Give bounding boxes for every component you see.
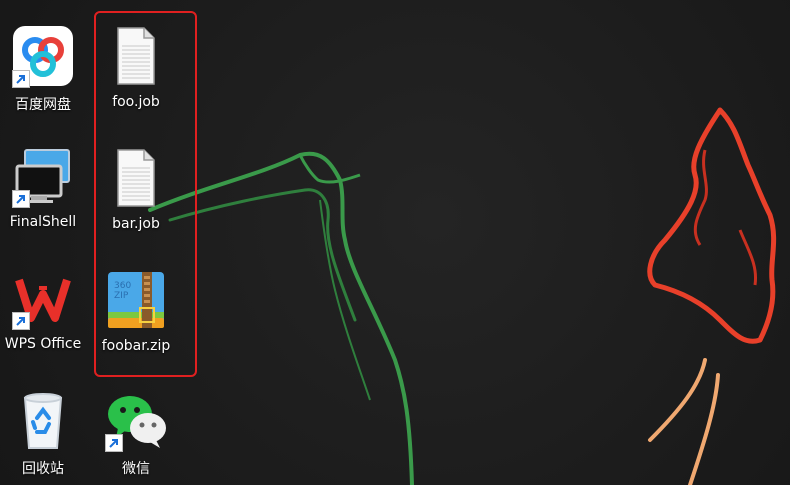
- desktop: 百度网盘 FinalShell WPS Office 回收站 foo.job b…: [0, 0, 790, 485]
- desktop-icon-recycle-bin[interactable]: 回收站: [0, 374, 86, 480]
- desktop-icon-wechat[interactable]: 微信: [93, 374, 179, 480]
- shortcut-arrow-icon: [12, 312, 30, 330]
- desktop-icon-wps-office[interactable]: WPS Office: [0, 252, 86, 358]
- desktop-icon-label: WPS Office: [4, 336, 82, 352]
- desktop-icon-label: 回收站: [22, 461, 64, 477]
- baidu-netdisk-icon: [11, 24, 75, 88]
- shortcut-arrow-icon: [12, 70, 30, 88]
- desktop-icon-label: FinalShell: [9, 214, 77, 230]
- shortcut-arrow-icon: [12, 190, 30, 208]
- wps-icon: [11, 266, 75, 330]
- wechat-icon: [104, 388, 168, 452]
- desktop-icon-finalshell[interactable]: FinalShell: [0, 130, 86, 236]
- desktop-icon-label: 百度网盘: [15, 97, 71, 113]
- monitor-icon: [11, 144, 75, 208]
- desktop-icon-baidu-netdisk[interactable]: 百度网盘: [0, 10, 86, 116]
- desktop-icon-label: 微信: [122, 461, 150, 477]
- highlight-annotation-box: [94, 11, 197, 377]
- recycle-bin-icon: [11, 388, 75, 452]
- shortcut-arrow-icon: [105, 434, 123, 452]
